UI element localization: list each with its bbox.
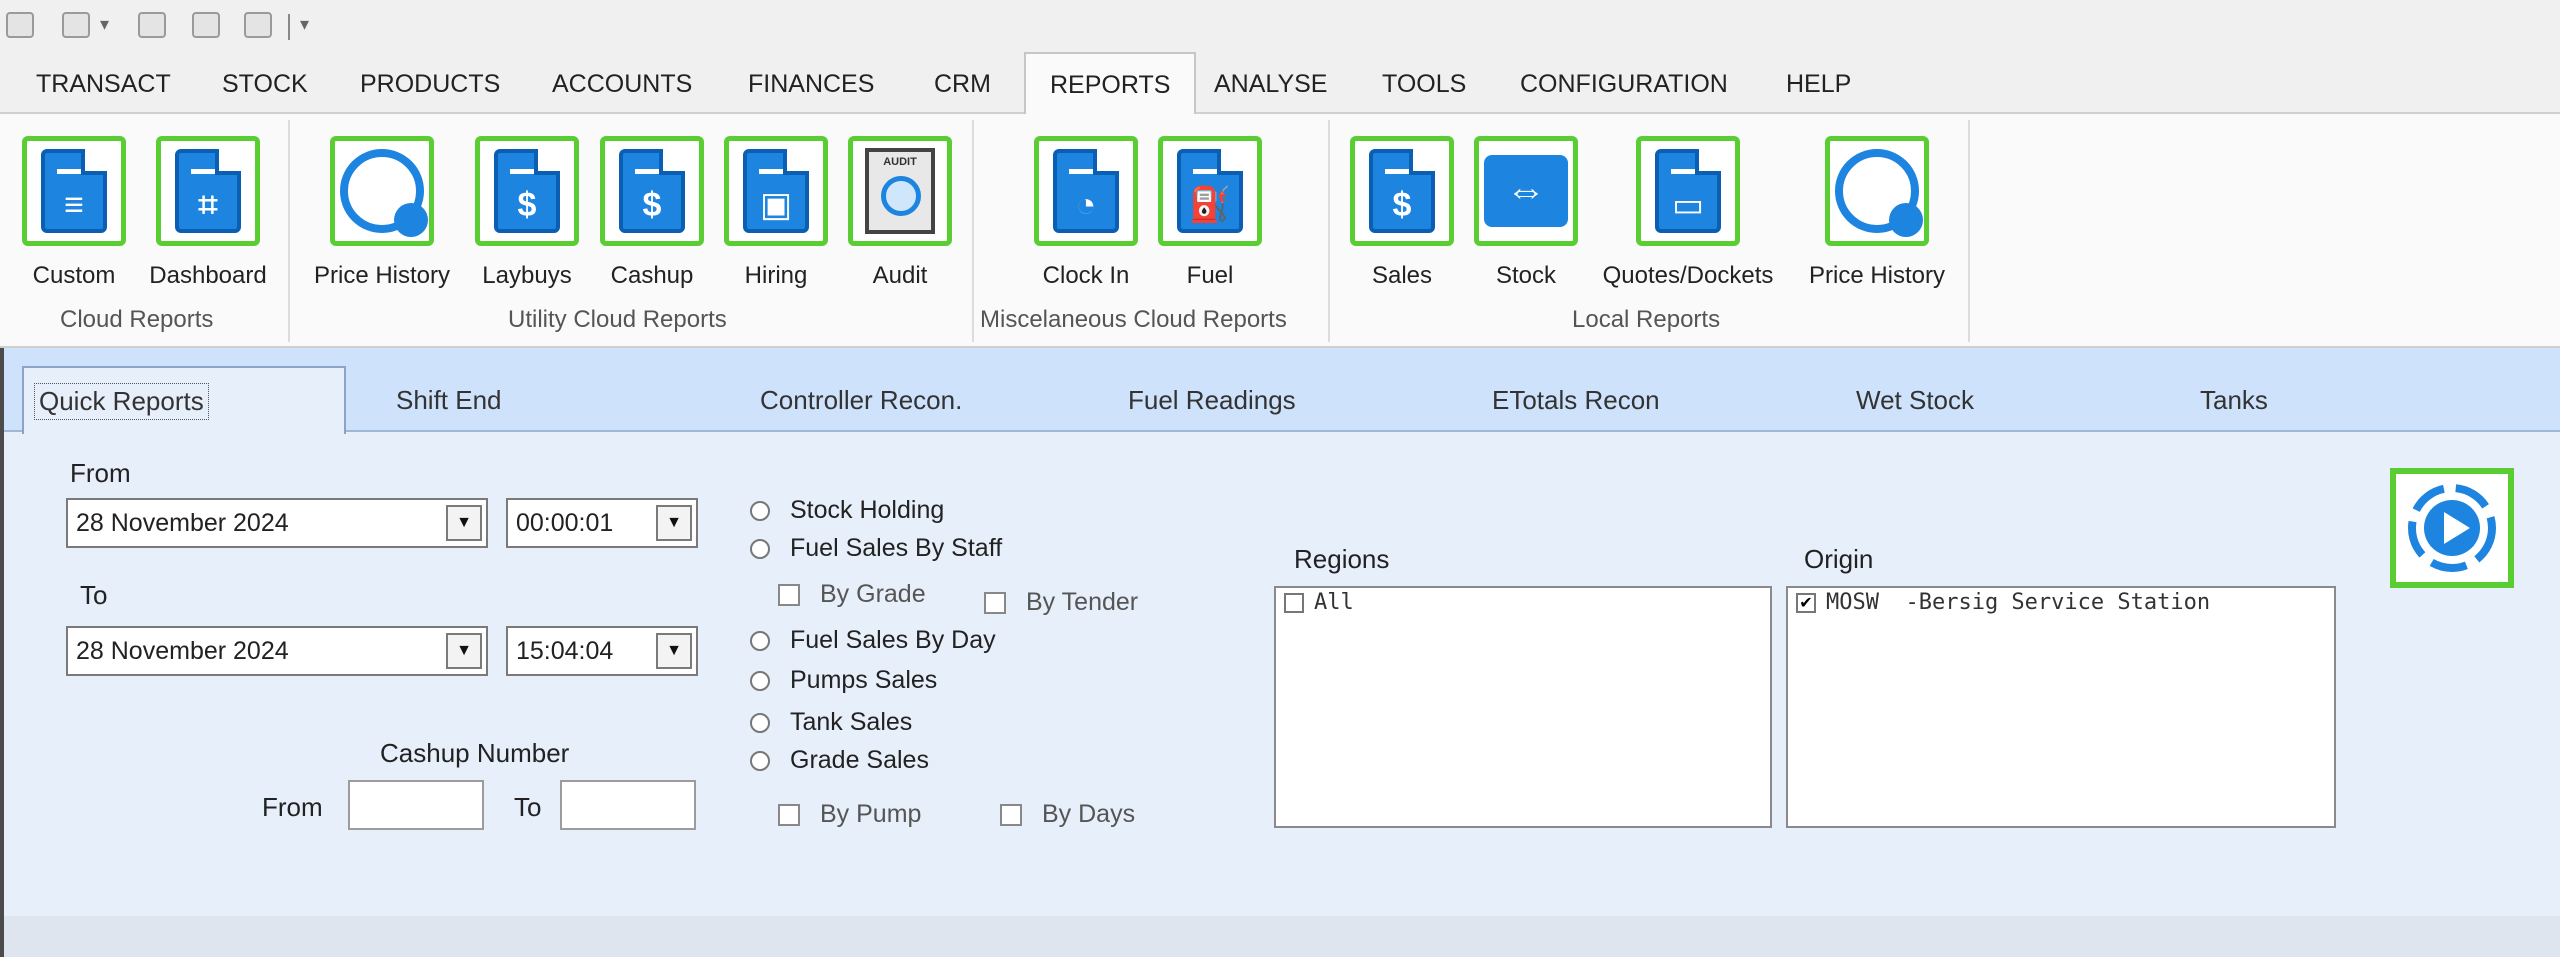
radio-fuel-sales-by-day[interactable]: Fuel Sales By Day — [750, 626, 996, 655]
app-window: ▾ ▾ TRANSACT STOCK PRODUCTS ACCOUNTS FIN… — [0, 0, 2560, 957]
content-tab-strip: Quick Reports Shift End Controller Recon… — [4, 348, 2560, 434]
cashup-to-input[interactable] — [560, 780, 696, 830]
radio-tank-sales[interactable]: Tank Sales — [750, 708, 912, 737]
clock-in-icon: ◔ — [1053, 149, 1119, 233]
menu-tab-strip: TRANSACT STOCK PRODUCTS ACCOUNTS FINANCE… — [0, 52, 2560, 116]
group-label-cloud-reports: Cloud Reports — [60, 306, 214, 333]
checkbox-by-tender[interactable]: By Tender — [984, 588, 1138, 617]
regions-label: Regions — [1294, 544, 1390, 574]
from-time-picker[interactable]: 00:00:01 ▼ — [506, 498, 698, 548]
toolbar-separator — [288, 14, 290, 40]
fuel-pump-icon: ⛽ — [1177, 149, 1243, 233]
tab-etotals-recon[interactable]: ETotals Recon — [1492, 368, 1660, 432]
quotes-dockets-icon: ▭ — [1655, 149, 1721, 233]
cashup-icon: $ — [619, 149, 685, 233]
list-item[interactable]: ✔ MOSW -Bersig Service Station — [1796, 590, 2328, 615]
quick-reports-panel: Quick Reports Shift End Controller Recon… — [0, 348, 2560, 957]
group-separator — [1968, 120, 1970, 342]
quick-access-toolbar: ▾ ▾ — [0, 0, 2560, 52]
origin-label: Origin — [1804, 544, 1874, 574]
group-separator — [288, 120, 290, 342]
reports-ribbon: ≡ Custom ⌗ Dashboard Cloud Reports Price… — [0, 114, 2560, 348]
tab-crm[interactable]: CRM — [934, 52, 991, 116]
tab-shift-end[interactable]: Shift End — [396, 368, 502, 432]
tab-tanks[interactable]: Tanks — [2200, 368, 2268, 432]
to-date-picker[interactable]: 28 November 2024 ▼ — [66, 626, 488, 676]
origin-list[interactable]: ✔ MOSW -Bersig Service Station — [1786, 586, 2336, 828]
group-label-utility-cloud-reports: Utility Cloud Reports — [508, 306, 727, 333]
sales-icon: $ — [1369, 149, 1435, 233]
dashboard-icon: ⌗ — [175, 149, 241, 233]
bottom-status-strip — [4, 916, 2560, 957]
to-label: To — [80, 580, 108, 610]
to-time-dropdown-icon[interactable]: ▼ — [656, 633, 692, 669]
tab-wet-stock[interactable]: Wet Stock — [1856, 368, 1974, 432]
tab-accounts[interactable]: ACCOUNTS — [552, 52, 692, 116]
origin-checkbox[interactable]: ✔ — [1796, 592, 1816, 613]
list-item[interactable]: All — [1284, 590, 1764, 615]
checkbox-by-pump[interactable]: By Pump — [778, 800, 921, 829]
group-separator — [972, 120, 974, 342]
checkbox-by-grade[interactable]: By Grade — [778, 580, 926, 609]
hiring-icon: ▣ — [743, 149, 809, 233]
radio-grade-sales[interactable]: Grade Sales — [750, 746, 929, 775]
tab-controller-recon[interactable]: Controller Recon. — [760, 368, 962, 432]
audit-icon: AUDIT — [865, 148, 935, 234]
cashup-from-input[interactable] — [348, 780, 484, 830]
tab-fuel-readings[interactable]: Fuel Readings — [1128, 368, 1296, 432]
price-history-icon — [340, 149, 428, 237]
customize-toolbar-icon[interactable]: ▾ — [300, 14, 309, 35]
run-report-button[interactable] — [2390, 468, 2514, 588]
to-date-dropdown-icon[interactable]: ▼ — [446, 633, 482, 669]
tab-stock[interactable]: STOCK — [222, 52, 308, 116]
cashup-number-label: Cashup Number — [380, 738, 570, 768]
radio-pumps-sales[interactable]: Pumps Sales — [750, 666, 937, 695]
to-time-picker[interactable]: 15:04:04 ▼ — [506, 626, 698, 676]
from-date-dropdown-icon[interactable]: ▼ — [446, 505, 482, 541]
group-label-miscelaneous-cloud-reports: Miscelaneous Cloud Reports — [980, 306, 1287, 333]
stock-transfer-icon: ⇔ — [1484, 155, 1568, 227]
refresh-icon[interactable] — [244, 12, 272, 38]
radio-fuel-sales-by-staff[interactable]: Fuel Sales By Staff — [750, 534, 1002, 563]
save-icon[interactable] — [138, 12, 166, 38]
tab-products[interactable]: PRODUCTS — [360, 52, 500, 116]
custom-report-icon: ≡ — [41, 149, 107, 233]
tab-help[interactable]: HELP — [1786, 52, 1851, 116]
group-separator — [1328, 120, 1330, 342]
print-dropdown-icon[interactable]: ▾ — [100, 14, 109, 35]
from-date-picker[interactable]: 28 November 2024 ▼ — [66, 498, 488, 548]
laybuys-icon: $ — [494, 149, 560, 233]
cashup-to-label: To — [514, 792, 542, 822]
tab-finances[interactable]: FINANCES — [748, 52, 874, 116]
tab-quick-reports[interactable]: Quick Reports — [22, 366, 346, 434]
from-label: From — [70, 458, 131, 488]
export-excel-icon[interactable] — [192, 12, 220, 38]
play-icon — [2408, 484, 2496, 572]
price-history-icon — [1835, 149, 1923, 237]
email-icon[interactable] — [6, 12, 34, 38]
tab-analyse[interactable]: ANALYSE — [1214, 52, 1327, 116]
cashup-from-label: From — [262, 792, 323, 822]
checkbox-by-days[interactable]: By Days — [1000, 800, 1135, 829]
tab-reports[interactable]: REPORTS — [1024, 52, 1197, 116]
print-icon[interactable] — [62, 12, 90, 38]
group-label-local-reports: Local Reports — [1572, 306, 1721, 333]
radio-stock-holding[interactable]: Stock Holding — [750, 496, 944, 525]
tab-configuration[interactable]: CONFIGURATION — [1520, 52, 1728, 116]
tab-transact[interactable]: TRANSACT — [36, 52, 171, 116]
from-time-dropdown-icon[interactable]: ▼ — [656, 505, 692, 541]
tab-tools[interactable]: TOOLS — [1382, 52, 1466, 116]
regions-list[interactable]: All — [1274, 586, 1772, 828]
region-all-checkbox[interactable] — [1284, 592, 1304, 613]
